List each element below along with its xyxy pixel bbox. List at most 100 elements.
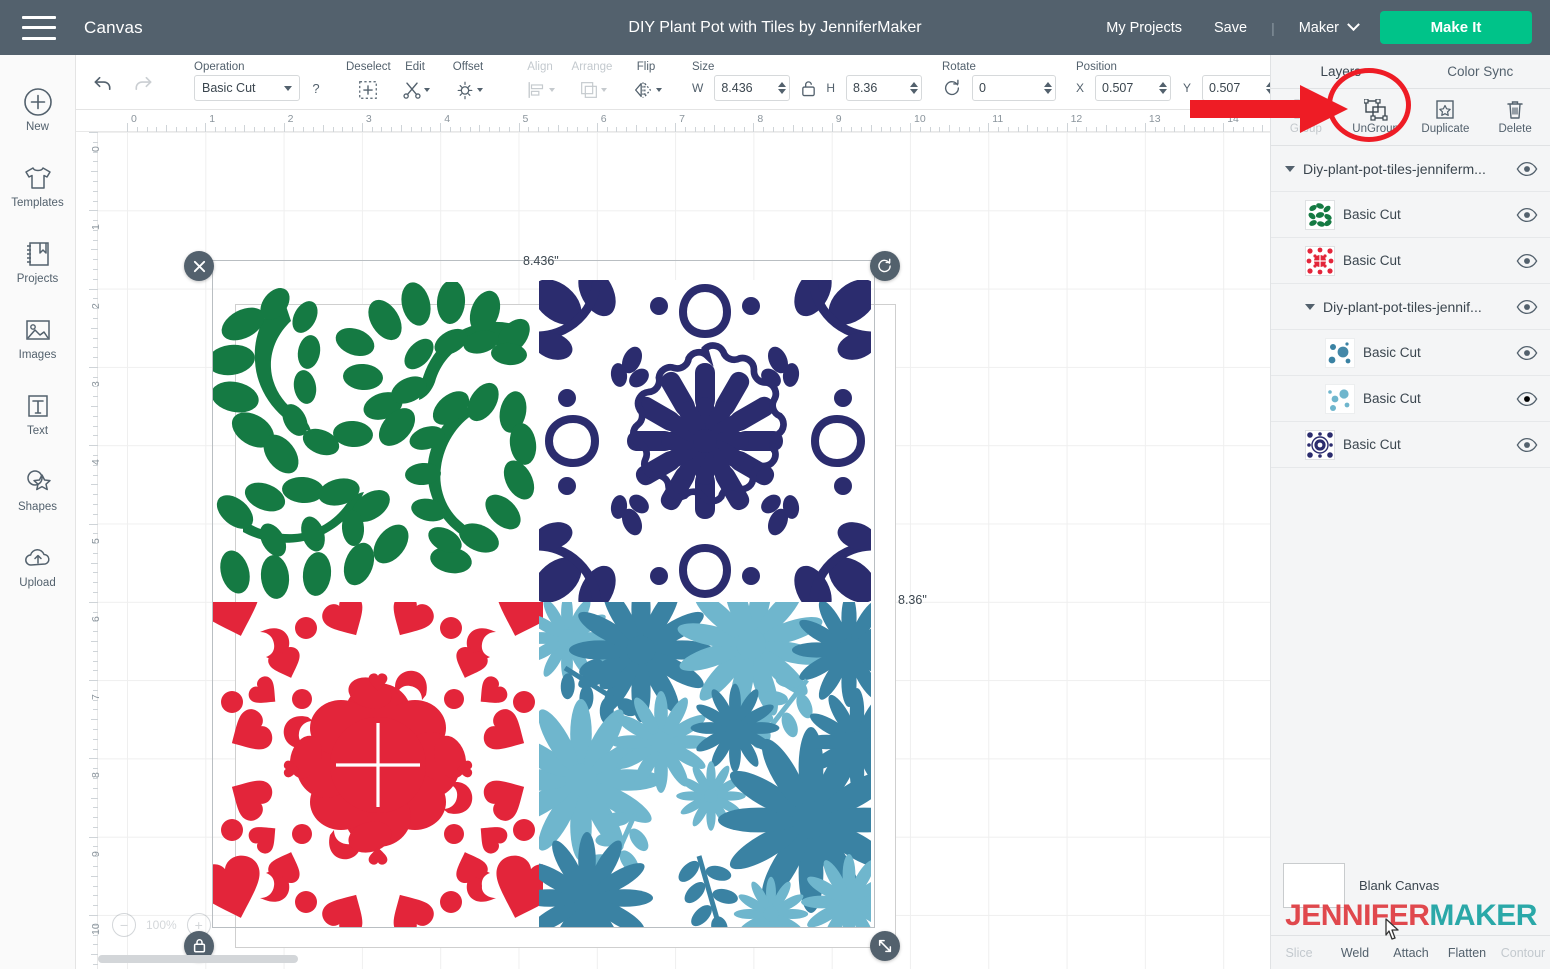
flatten-button[interactable]: Flatten	[1439, 946, 1495, 960]
rotate-input[interactable]	[979, 81, 1033, 95]
my-projects-link[interactable]: My Projects	[1090, 20, 1198, 36]
ruler-mark-minor	[166, 125, 168, 132]
operation-help-icon[interactable]: ?	[306, 81, 326, 96]
operation-select[interactable]: Basic Cut	[194, 75, 300, 101]
eye-icon[interactable]	[1516, 161, 1538, 177]
blank-canvas-label: Blank Canvas	[1359, 877, 1440, 893]
zoom-controls[interactable]: − 100% +	[112, 913, 211, 937]
zoom-in-button[interactable]: +	[186, 913, 211, 937]
picture-icon	[25, 319, 50, 340]
position-x-input[interactable]	[1102, 81, 1157, 95]
deselect-button[interactable]	[351, 75, 385, 105]
size-width-input[interactable]	[721, 81, 776, 95]
layer-row-red[interactable]: Basic Cut	[1271, 238, 1550, 284]
redo-icon[interactable]	[131, 71, 154, 94]
size-height-stepper[interactable]	[908, 82, 918, 94]
size-width-stepper[interactable]	[776, 82, 787, 94]
chevron-down-icon[interactable]	[1305, 303, 1315, 310]
sidebar-item-projects[interactable]: Projects	[0, 223, 76, 299]
layer-thumbnail-navy	[1305, 429, 1335, 460]
green-leaves-tile[interactable]	[213, 282, 543, 602]
sidebar-item-images[interactable]: Images	[0, 299, 76, 375]
rotate-handle[interactable]	[870, 251, 900, 281]
sidebar-item-text[interactable]: Text	[0, 375, 76, 451]
sidebar-item-new[interactable]: New	[0, 71, 76, 147]
size-lock-ratio-button[interactable]	[796, 76, 820, 100]
layer-row-group-root[interactable]: Diy-plant-pot-tiles-jenniferm...	[1271, 146, 1550, 192]
size-group: Size W H	[692, 55, 922, 110]
edit-button[interactable]	[401, 75, 430, 105]
rotate-field[interactable]	[972, 75, 1056, 101]
align-button[interactable]	[526, 75, 555, 105]
duplicate-button[interactable]: Duplicate	[1411, 89, 1481, 145]
save-button[interactable]: Save	[1198, 20, 1263, 36]
blue-daisies-tile[interactable]	[539, 602, 871, 928]
chevron-down-icon	[284, 85, 292, 91]
ruler-mark-minor	[1105, 125, 1107, 132]
red-hearts-tile[interactable]	[213, 602, 543, 928]
flip-button[interactable]	[631, 75, 662, 105]
zoom-value: 100%	[146, 918, 177, 932]
weld-button[interactable]: Weld	[1327, 946, 1383, 960]
tab-color-sync[interactable]: Color Sync	[1411, 55, 1550, 88]
offset-button[interactable]	[454, 75, 483, 105]
group-button[interactable]: Group	[1271, 89, 1341, 145]
arrange-button[interactable]	[578, 75, 607, 105]
eye-icon[interactable]	[1516, 437, 1538, 453]
position-label: Position	[1076, 61, 1117, 73]
machine-selector[interactable]: Maker	[1283, 18, 1366, 36]
contour-button[interactable]: Contour	[1495, 946, 1550, 960]
chevron-down-icon[interactable]	[1285, 165, 1295, 172]
ruler-mark	[89, 366, 98, 368]
size-label: Size	[692, 61, 715, 73]
slice-button[interactable]: Slice	[1271, 946, 1327, 960]
eye-icon[interactable]	[1516, 207, 1538, 223]
horizontal-ruler: 0 1 2 3 4 5 6 7 8 9 10 11 12 13 14	[76, 110, 1270, 132]
arrange-label: Arrange	[571, 61, 613, 73]
sidebar-item-shapes[interactable]: Shapes	[0, 451, 76, 527]
zoom-out-button[interactable]: −	[112, 913, 136, 937]
ungroup-button[interactable]: UnGroup	[1341, 89, 1411, 145]
layer-row-group-nested[interactable]: Diy-plant-pot-tiles-jennif...	[1271, 284, 1550, 330]
layer-row-blue-light[interactable]: Basic Cut	[1271, 376, 1550, 422]
navy-floral-tile[interactable]	[539, 280, 871, 602]
ruler-tick-h: 12	[1070, 113, 1083, 125]
position-x-field[interactable]	[1095, 75, 1172, 101]
blank-canvas-row[interactable]: Blank Canvas	[1271, 854, 1550, 916]
layer-row-navy[interactable]: Basic Cut	[1271, 422, 1550, 468]
ruler-mark	[89, 601, 98, 603]
eye-icon[interactable]	[1516, 253, 1538, 269]
make-it-button[interactable]: Make It	[1380, 11, 1532, 44]
eye-icon[interactable]	[1516, 345, 1538, 361]
position-x-stepper[interactable]	[1157, 82, 1168, 94]
ruler-mark	[127, 123, 128, 132]
size-width-field[interactable]	[714, 75, 791, 101]
position-x-label: X	[1076, 81, 1085, 95]
sidebar-item-upload[interactable]: Upload	[0, 527, 76, 603]
position-y-input[interactable]	[1209, 81, 1264, 95]
blank-canvas-thumbnail	[1283, 862, 1345, 908]
align-label: Align	[527, 61, 553, 73]
design-canvas[interactable]: 0 1 2 3 4 5 6 7 8 9 10 11 12 13 14 0 1 2 3 4 5 6 7 8 9 10	[76, 110, 1270, 969]
size-height-input[interactable]	[853, 81, 907, 95]
rotate-stepper[interactable]	[1042, 82, 1052, 94]
undo-icon[interactable]	[92, 71, 115, 94]
eye-icon[interactable]	[1516, 299, 1538, 315]
chevron-down-icon	[548, 88, 555, 92]
layer-row-blue-dark[interactable]: Basic Cut	[1271, 330, 1550, 376]
delete-button[interactable]: Delete	[1480, 89, 1550, 145]
tab-layers[interactable]: Layers	[1271, 55, 1411, 88]
attach-button[interactable]: Attach	[1383, 946, 1439, 960]
layer-row-green[interactable]: Basic Cut	[1271, 192, 1550, 238]
canvas-grid[interactable]	[98, 132, 1270, 969]
sidebar-item-templates[interactable]: Templates	[0, 147, 76, 223]
resize-handle[interactable]	[870, 931, 900, 961]
chevron-down-icon	[600, 88, 607, 92]
size-height-field[interactable]	[846, 75, 922, 101]
hamburger-menu-icon[interactable]	[22, 15, 56, 40]
position-y-field[interactable]	[1202, 75, 1279, 101]
horizontal-scrollbar[interactable]	[98, 955, 298, 963]
sidebar-label-templates: Templates	[11, 196, 64, 209]
eye-icon[interactable]	[1516, 391, 1538, 407]
close-x-handle[interactable]	[184, 251, 214, 281]
